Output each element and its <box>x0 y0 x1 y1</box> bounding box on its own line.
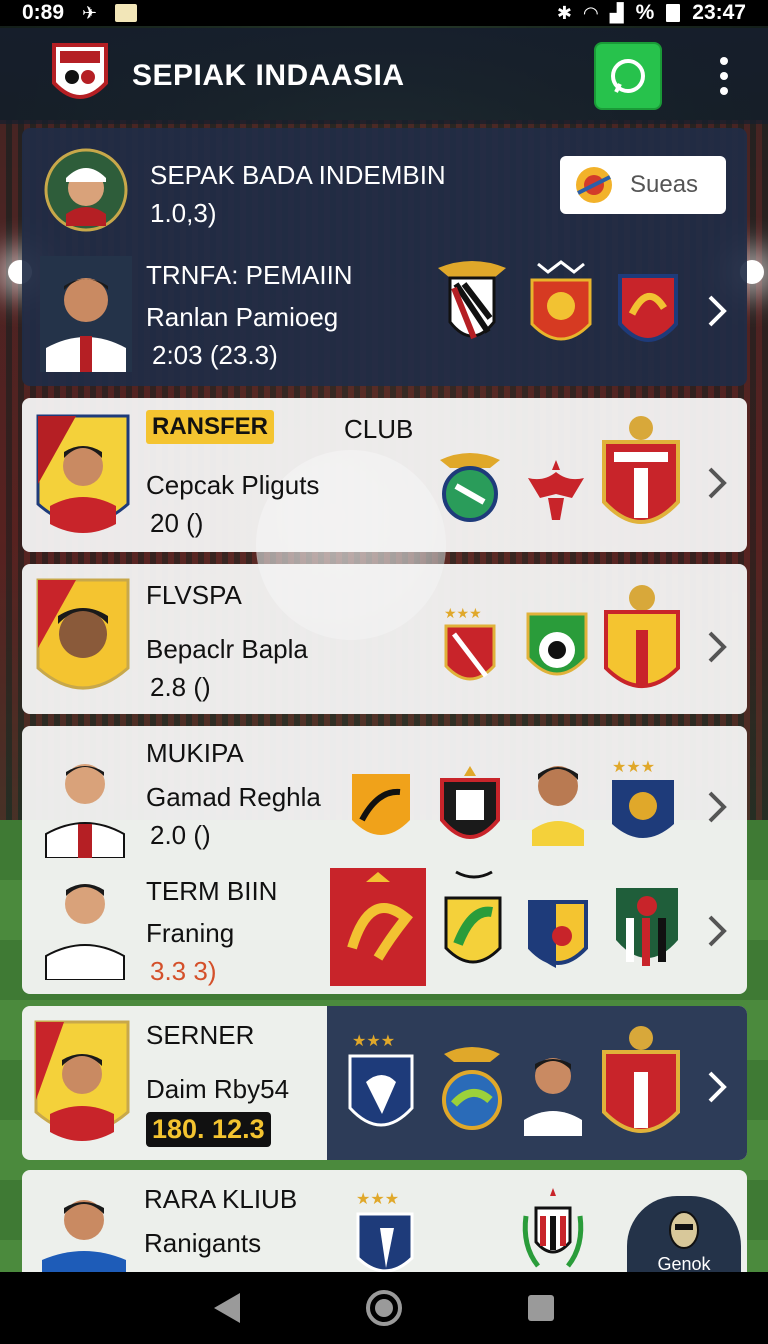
player-2-chevron-right-icon[interactable] <box>700 624 734 670</box>
player-3-name: Gamad Reghla <box>146 782 321 812</box>
back-icon[interactable] <box>212 1291 242 1325</box>
transfer-player-name: Ranlan Pamioeg <box>146 302 339 332</box>
player-1-chevron-right-icon[interactable] <box>700 460 734 506</box>
status-time-right: 23:47 <box>692 1 746 24</box>
player-5-avatar <box>34 1020 130 1141</box>
svg-text:★★★: ★★★ <box>352 1033 395 1050</box>
player-card-2[interactable]: FLVSPA Bepaclr Bapla 2.8 () ★★★ <box>22 564 747 714</box>
bluetooth-icon: ✱ <box>556 2 572 23</box>
club-gold-red-badge-icon[interactable] <box>602 580 682 700</box>
player-5-second-photo <box>524 1058 582 1136</box>
player-3-title: MUKIPA <box>146 738 244 768</box>
player-card-3[interactable]: MUKIPA Gamad Reghla 2.0 () ★★★ TERM BIIN… <box>22 726 747 994</box>
featured-score: 1.0,3) <box>150 198 217 228</box>
more-options-icon[interactable] <box>704 46 744 106</box>
club-navy-stars-badge-icon[interactable]: ★★★ <box>608 756 678 848</box>
search-label: Sueas <box>630 171 699 198</box>
player-card-1[interactable]: RANSFER CLUB Cepcak Pliguts 20 () <box>22 398 747 552</box>
svg-text:★★★: ★★★ <box>444 605 482 621</box>
player-2-name: Bepaclr Bapla <box>146 634 308 664</box>
app-title: SEPIAK INDAASIA <box>132 59 405 92</box>
mascot-icon <box>669 1210 699 1249</box>
search-logo-icon <box>576 167 612 203</box>
player-3-avatar <box>45 764 125 858</box>
home-icon[interactable] <box>365 1289 403 1327</box>
club-stars-badge-icon[interactable]: ★★★ <box>442 604 498 688</box>
player-4-value: 3.3 3) <box>150 956 217 986</box>
player-4-avatar <box>45 884 125 980</box>
club-navy-gold-badge-icon[interactable] <box>526 898 590 974</box>
club-orange-badge-icon[interactable] <box>348 770 414 846</box>
transfer-title: TRNFA: PEMAIIN <box>146 260 353 290</box>
player-6-title: RARA KLIUB <box>144 1184 298 1214</box>
battery-percent: % <box>635 1 655 24</box>
featured-player-avatar <box>44 148 128 232</box>
club-red-dragon-badge-icon[interactable] <box>330 868 426 986</box>
chat-button[interactable] <box>594 42 662 110</box>
club-navy-eagle-badge-icon[interactable]: ★★★ <box>346 1030 416 1142</box>
club-label: CLUB <box>344 414 414 444</box>
club-green-badge-icon[interactable] <box>524 610 590 686</box>
club-red-eagle-icon[interactable] <box>524 454 588 526</box>
club-garuda-badge-icon[interactable] <box>436 450 504 526</box>
player-4-title: TERM BIIN <box>146 876 278 906</box>
player-6-avatar <box>42 1200 126 1272</box>
player-2-value: 2.8 () <box>150 672 211 702</box>
notification-icon: ✈ <box>82 2 98 23</box>
player-3-value: 2.0 () <box>150 820 211 850</box>
club-striped-badge-icon[interactable] <box>612 884 682 972</box>
transfer-value: 2:03 (23.3) <box>152 340 278 370</box>
featured-title: SEPAK BADA INDEMBIN <box>150 160 446 190</box>
player-card-5[interactable]: SERNER Daim Rby54 180. 12.3 ★★★ <box>22 1006 747 1160</box>
club-lion-badge-icon[interactable] <box>528 260 594 352</box>
club-eagle-badge-icon[interactable] <box>434 258 510 354</box>
featured-card[interactable]: SEPAK BADA INDEMBIN 1.0,3) Sueas TRNFA: … <box>22 128 747 386</box>
status-bar: 0:89 ✈ ✱ ◠ ▟ % 23:47 <box>0 0 768 26</box>
club-yellow-green-badge-icon[interactable] <box>442 868 504 974</box>
club-round-green-badge-icon[interactable] <box>440 1044 504 1136</box>
player-6-name: Ranigants <box>144 1228 262 1258</box>
player-5-title: SERNER <box>146 1020 255 1050</box>
signal-icon: ▟ <box>609 2 624 23</box>
app-logo-crest-icon[interactable] <box>50 39 110 113</box>
battery-icon <box>666 4 681 22</box>
player-4-name: Franing <box>146 918 235 948</box>
player-3-chevron-right-icon[interactable] <box>700 784 734 830</box>
recent-apps-icon[interactable] <box>526 1293 556 1323</box>
player-1-value: 20 () <box>150 508 204 538</box>
app-bar: SEPIAK INDAASIA <box>0 28 768 124</box>
club-black-shield-icon[interactable] <box>438 764 502 850</box>
whatsapp-icon <box>611 59 645 93</box>
player-2-title: FLVSPA <box>146 580 242 610</box>
message-icon <box>115 4 138 22</box>
player-1-name: Cepcak Pliguts <box>146 470 320 500</box>
player-2-avatar <box>36 578 130 690</box>
wifi-icon: ◠ <box>583 2 598 23</box>
club-blue-stars-badge-icon[interactable]: ★★★ <box>354 1188 416 1272</box>
player-5-value: 180. 12.3 <box>146 1112 271 1147</box>
svg-text:★★★: ★★★ <box>612 759 655 776</box>
transfer-player-avatar <box>40 256 132 372</box>
club-red-shield-badge-icon[interactable] <box>600 412 682 538</box>
club-wreath-badge-icon[interactable] <box>518 1186 588 1272</box>
player-3-second-photo <box>532 766 584 846</box>
search-button[interactable]: Sueas <box>560 156 726 214</box>
player-1-avatar <box>36 414 130 533</box>
system-navigation-bar <box>0 1272 768 1344</box>
transfer-tag: RANSFER <box>146 410 275 444</box>
club-dragon-badge-icon[interactable] <box>616 272 680 352</box>
player-5-name: Daim Rby54 <box>146 1074 290 1104</box>
player-5-chevron-right-icon[interactable] <box>700 1064 734 1110</box>
player-4-chevron-right-icon[interactable] <box>700 908 734 954</box>
club-red-gold-badge-icon[interactable] <box>600 1022 682 1146</box>
status-time-left: 0:89 <box>22 1 65 24</box>
featured-chevron-right-icon[interactable] <box>700 288 734 334</box>
svg-text:★★★: ★★★ <box>356 1191 399 1208</box>
